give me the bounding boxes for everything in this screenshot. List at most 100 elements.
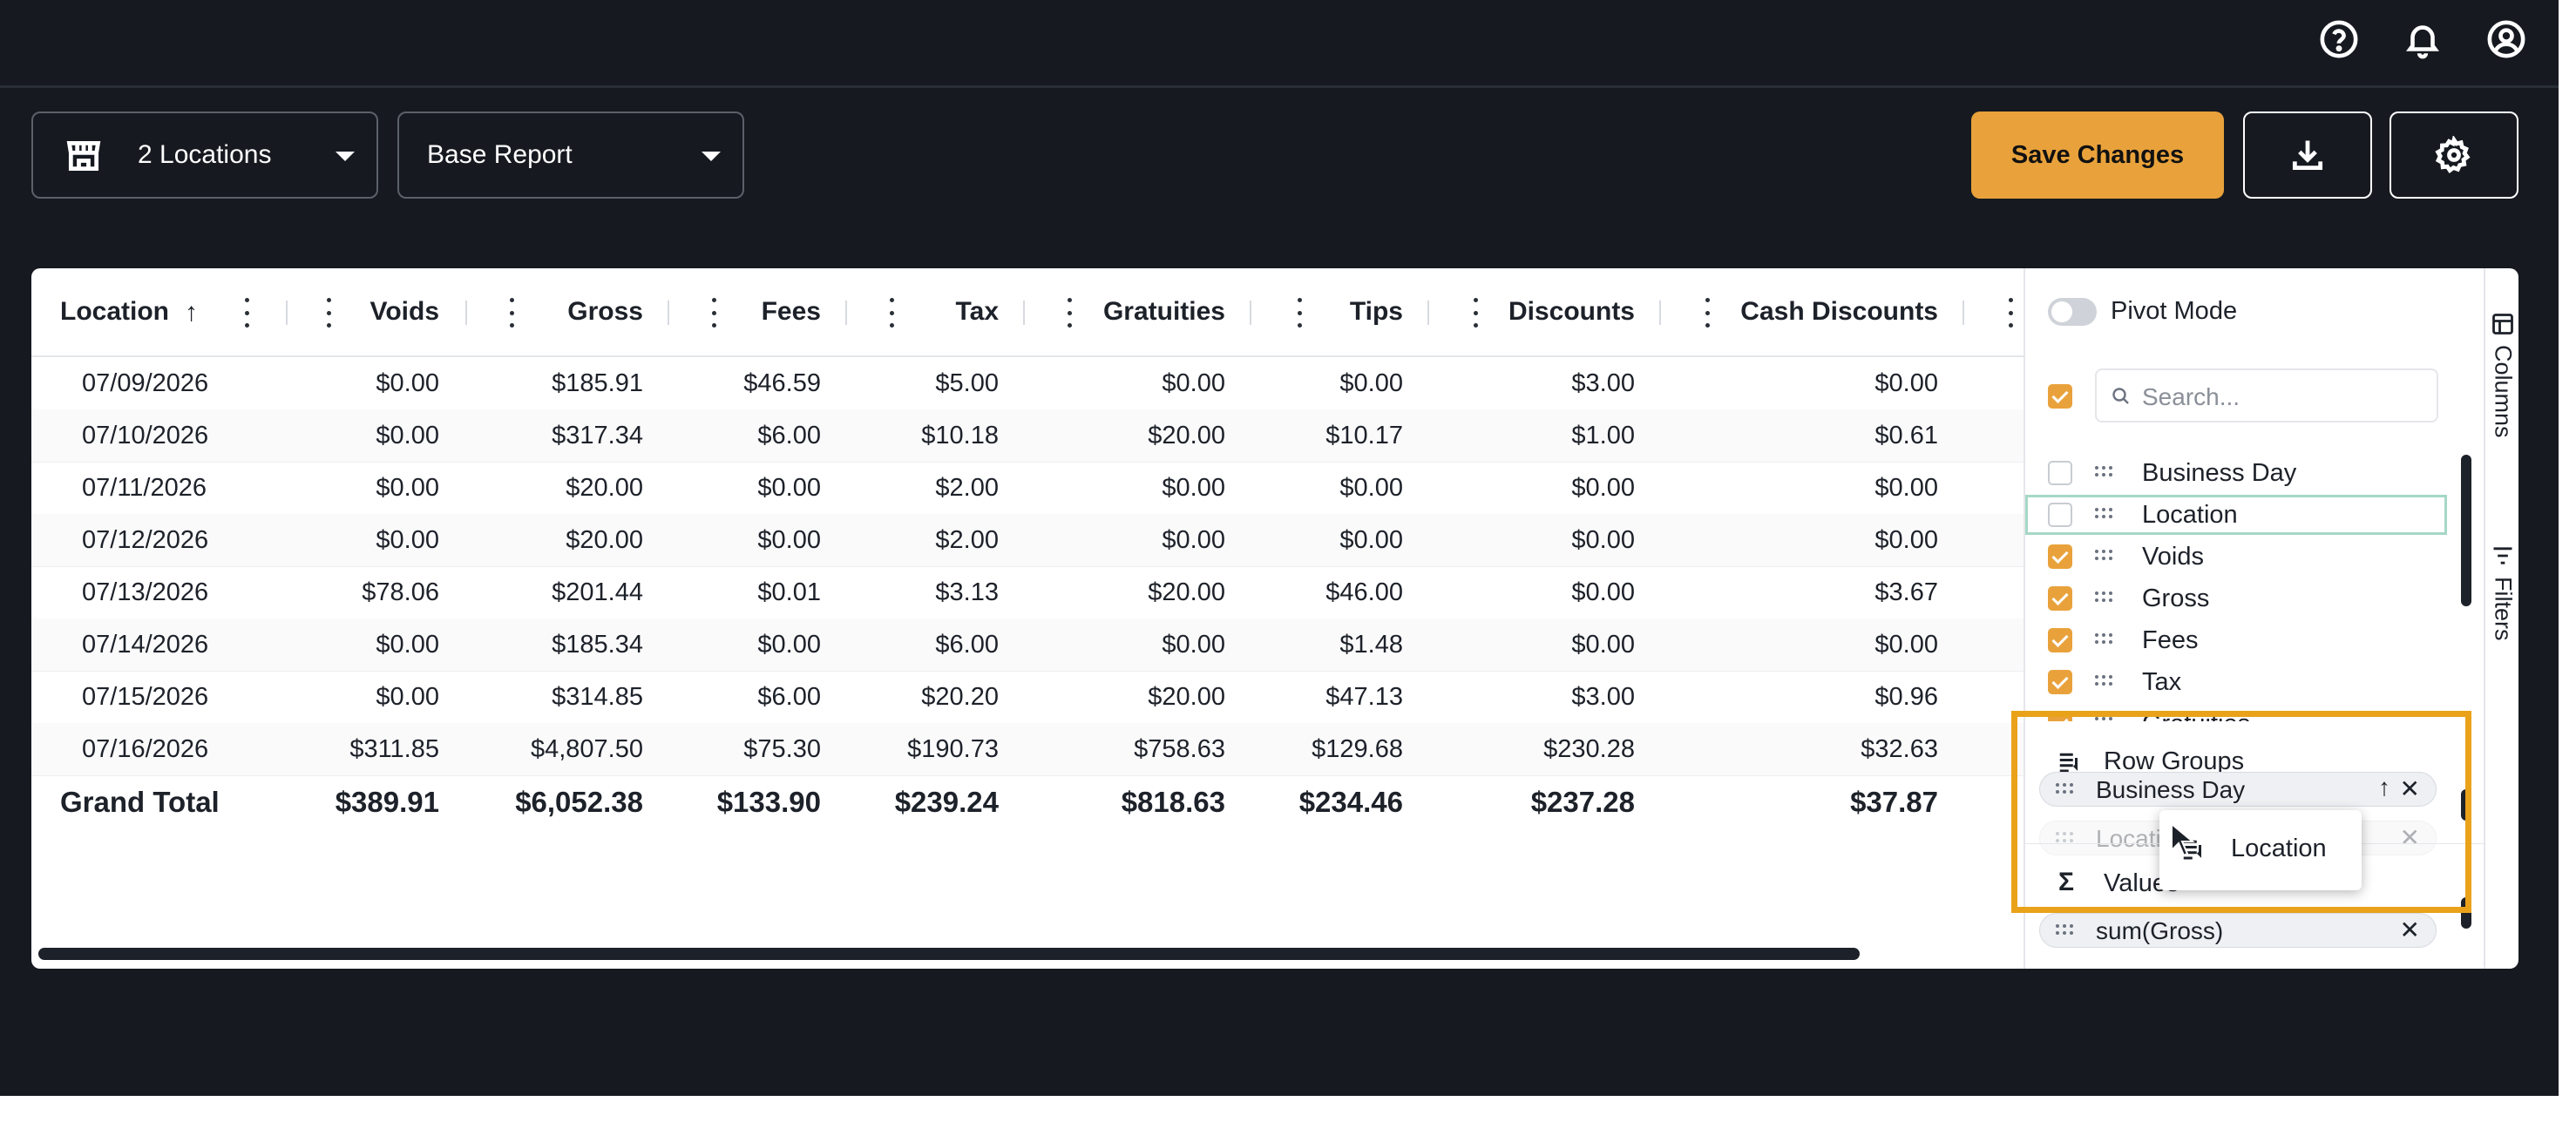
table-cell: $0.61 xyxy=(1874,422,1938,449)
column-checkbox[interactable] xyxy=(2048,628,2072,652)
column-list-scrollbar[interactable] xyxy=(2461,455,2471,606)
column-header-cash-discounts[interactable]: Cash Discounts xyxy=(1712,268,1938,355)
column-resize-handle[interactable] xyxy=(465,301,467,325)
grid-header: Location Voids Gross Fees Tax Gratuities Tips D… xyxy=(31,268,2024,357)
locations-dropdown[interactable]: 2 Locations xyxy=(31,112,378,199)
table-row[interactable]: 07/09/2026 $0.00 $185.91 $46.59 $5.00 $0.00 $0… xyxy=(31,357,2024,410)
table-cell: $0.00 xyxy=(1571,474,1635,502)
table-cell: $47.13 xyxy=(1325,683,1403,711)
column-item-location[interactable]: Location xyxy=(2025,495,2447,535)
table-row[interactable]: 07/11/2026 $0.00 $20.00 $0.00 $2.00 $0.00 $0.0… xyxy=(31,462,2024,515)
columns-icon xyxy=(2492,314,2513,335)
column-menu-icon[interactable] xyxy=(324,298,333,328)
column-item-tax[interactable]: Tax xyxy=(2025,662,2461,702)
gear-icon xyxy=(2435,136,2471,174)
column-menu-icon[interactable] xyxy=(1471,298,1480,328)
column-resize-handle[interactable] xyxy=(1427,301,1429,325)
table-cell: $3.13 xyxy=(935,578,999,606)
drag-handle-icon[interactable] xyxy=(2056,924,2078,936)
report-dropdown[interactable]: Base Report xyxy=(397,112,744,199)
column-checkbox[interactable] xyxy=(2048,544,2072,569)
table-cell: $3.00 xyxy=(1571,683,1635,711)
table-cell: $190.73 xyxy=(907,735,999,763)
filter-icon xyxy=(2493,547,2512,564)
column-resize-handle[interactable] xyxy=(845,301,847,325)
column-checkbox[interactable] xyxy=(2048,461,2072,485)
value-label: sum(Gross) xyxy=(2096,917,2224,944)
drag-handle-icon[interactable] xyxy=(2095,466,2118,478)
drag-handle-icon[interactable] xyxy=(2095,550,2118,562)
save-changes-button[interactable]: Save Changes xyxy=(1971,112,2224,199)
table-row[interactable]: 07/15/2026 $0.00 $314.85 $6.00 $20.20 $20.00 $… xyxy=(31,671,2024,724)
column-resize-handle[interactable] xyxy=(286,301,288,325)
locations-label: 2 Locations xyxy=(138,140,272,169)
table-row[interactable]: 07/10/2026 $0.00 $317.34 $6.00 $10.18 $20.00 $… xyxy=(31,409,2024,463)
user-circle-icon[interactable] xyxy=(2486,19,2526,59)
column-checkbox[interactable] xyxy=(2048,503,2072,527)
grand-total-row: Grand Total $389.91 $6,052.38 $133.90 $239.2… xyxy=(31,775,2024,829)
tab-columns[interactable]: Columns xyxy=(2485,312,2518,438)
tab-filters[interactable]: Filters xyxy=(2485,544,2518,641)
table-row[interactable]: 07/14/2026 $0.00 $185.34 $0.00 $6.00 $0.00 $1.… xyxy=(31,618,2024,672)
column-resize-handle[interactable] xyxy=(668,301,669,325)
table-cell: $46.00 xyxy=(1325,578,1403,606)
table-cell: $311.85 xyxy=(349,735,439,763)
table-cell: $0.00 xyxy=(376,683,439,711)
table-cell: $389.91 xyxy=(335,786,439,818)
settings-button[interactable] xyxy=(2390,112,2518,199)
drag-handle-icon[interactable] xyxy=(2095,675,2118,687)
table-cell: $10.17 xyxy=(1325,422,1403,449)
column-item-label: Voids xyxy=(2142,543,2204,571)
table-cell: $3.67 xyxy=(1874,578,1938,606)
column-menu-icon[interactable] xyxy=(1295,298,1304,328)
column-header-tips[interactable]: Tips xyxy=(1176,268,1403,355)
column-item-label: Tax xyxy=(2142,668,2182,696)
column-menu-icon[interactable] xyxy=(2006,298,2015,328)
drag-ghost-label: Location xyxy=(2231,835,2327,862)
table-cell: $0.00 xyxy=(1874,526,1938,554)
column-checkbox[interactable] xyxy=(2048,586,2072,611)
sort-ascending-icon[interactable]: ↑ xyxy=(185,298,198,328)
column-menu-icon[interactable] xyxy=(1703,298,1712,328)
column-resize-handle[interactable] xyxy=(1023,301,1025,325)
column-header-discounts[interactable]: Discounts xyxy=(1408,268,1635,355)
column-item-business-day[interactable]: Business Day xyxy=(2025,453,2461,493)
column-item-gross[interactable]: Gross xyxy=(2025,578,2461,618)
horizontal-scrollbar[interactable] xyxy=(38,948,1860,960)
table-cell: $0.00 xyxy=(1571,631,1635,659)
table-row[interactable]: 07/12/2026 $0.00 $20.00 $0.00 $2.00 $0.00 $0.0… xyxy=(31,514,2024,567)
table-cell: $0.00 xyxy=(1571,578,1635,606)
drag-handle-icon[interactable] xyxy=(2095,591,2118,604)
download-button[interactable] xyxy=(2243,112,2372,199)
column-resize-handle[interactable] xyxy=(1659,301,1661,325)
drag-handle-icon[interactable] xyxy=(2095,633,2118,645)
table-row[interactable]: 07/13/2026 $78.06 $201.44 $0.01 $3.13 $20.00 $… xyxy=(31,566,2024,619)
drag-handle-icon[interactable] xyxy=(2095,508,2118,520)
column-resize-handle[interactable] xyxy=(1963,301,1964,325)
tab-columns-label: Columns xyxy=(2490,345,2517,438)
value-pill[interactable]: sum(Gross) ✕ xyxy=(2039,913,2437,948)
close-icon[interactable]: ✕ xyxy=(2400,916,2420,944)
column-header-tax[interactable]: Tax xyxy=(772,268,999,355)
help-circle-icon[interactable] xyxy=(2319,19,2359,59)
table-row[interactable]: 07/16/2026 $311.85 $4,807.50 $75.30 $190.73 $… xyxy=(31,723,2024,776)
column-menu-icon[interactable] xyxy=(1065,298,1074,328)
column-item-fees[interactable]: Fees xyxy=(2025,620,2461,660)
table-cell: $0.00 xyxy=(376,474,439,502)
side-tabs: Columns Filters xyxy=(2484,268,2518,969)
column-menu-icon[interactable] xyxy=(507,298,516,328)
table-cell: $1.00 xyxy=(1571,422,1635,449)
column-resize-handle[interactable] xyxy=(1250,301,1251,325)
column-checkbox[interactable] xyxy=(2048,670,2072,694)
column-item-label: Gross xyxy=(2142,585,2210,612)
top-bar xyxy=(0,0,2559,88)
column-item-voids[interactable]: Voids xyxy=(2025,537,2461,577)
table-cell: $5.00 xyxy=(935,369,999,397)
column-menu-icon[interactable] xyxy=(242,298,251,328)
table-cell: $0.00 xyxy=(1339,369,1403,397)
column-menu-icon[interactable] xyxy=(887,298,896,328)
table-cell: $1.48 xyxy=(1339,631,1403,659)
column-menu-icon[interactable] xyxy=(709,298,718,328)
bell-icon[interactable] xyxy=(2403,19,2443,59)
download-icon xyxy=(2292,140,2323,171)
